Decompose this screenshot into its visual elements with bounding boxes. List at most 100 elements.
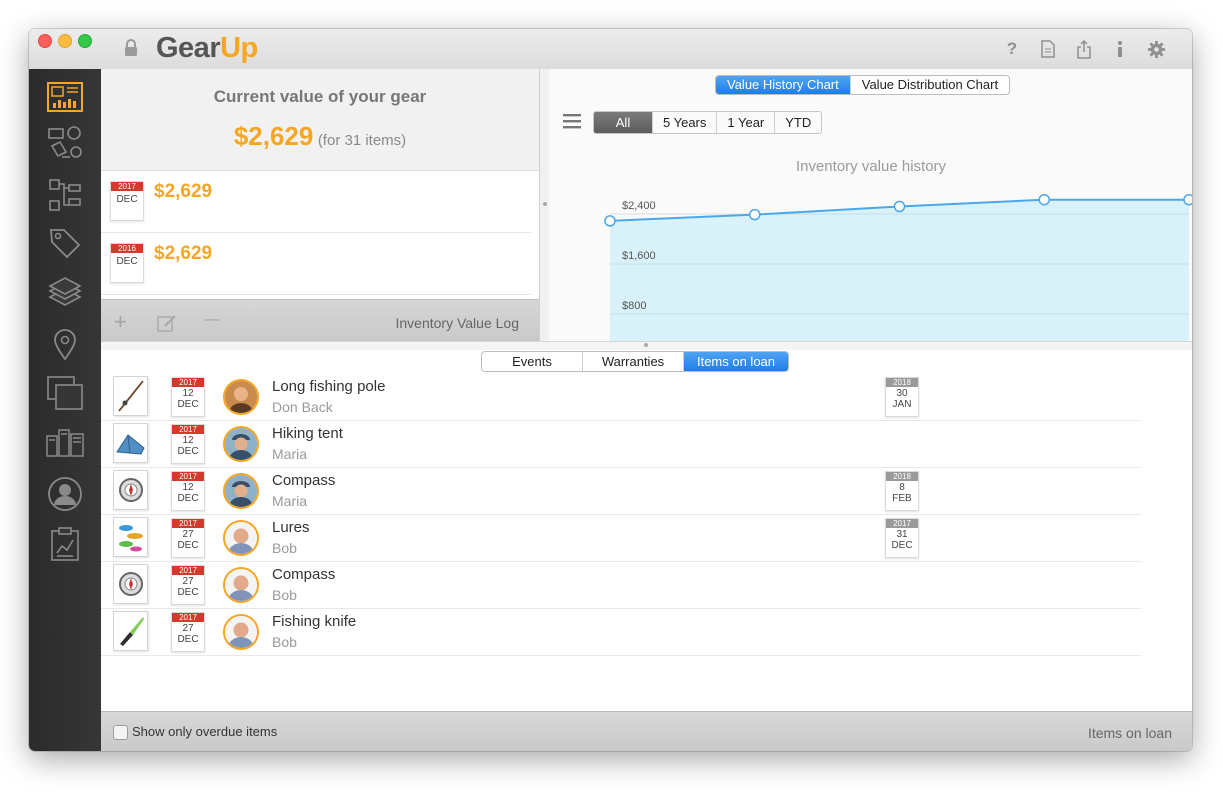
sidebar-item-categories[interactable] (45, 175, 85, 215)
sidebar-item-people[interactable] (45, 474, 85, 514)
data-point (893, 200, 906, 213)
data-point (749, 208, 761, 221)
minimize-window-button[interactable] (58, 34, 72, 48)
y-tick-label: $800 (622, 300, 646, 312)
bottom-toolbar: Show only overdue items Items on loan (101, 711, 1192, 751)
horizontal-split-handle[interactable] (101, 341, 1192, 350)
value-log-title: Inventory Value Log (395, 315, 520, 331)
remove-log-button[interactable]: — (204, 311, 220, 329)
log-date-calendar: 2016 DEC (110, 243, 144, 283)
loan-date-calendar: 2017 27 DEC (171, 612, 205, 652)
sidebar-item-loans[interactable] (45, 423, 85, 463)
borrower-avatar (223, 473, 259, 509)
due-date-calendar: 2018 8 FEB (885, 471, 919, 511)
compass-thumbnail (113, 564, 148, 604)
sidebar-item-dashboard[interactable] (45, 77, 85, 117)
value-log-list: 2017 DEC $2,629 2016 DEC $2,629 (101, 171, 539, 299)
title-bar: GearUp ? (29, 29, 1192, 70)
chart-title: Inventory value history (796, 158, 947, 175)
bottom-section-tabs: Events Warranties Items on loan (481, 351, 789, 372)
borrower-avatar (223, 614, 259, 650)
borrower-name: Bob (272, 587, 297, 603)
sidebar-item-locations[interactable] (45, 325, 85, 365)
app-logo: GearUp (156, 32, 258, 64)
lures-thumbnail (113, 517, 148, 557)
close-window-button[interactable] (38, 34, 52, 48)
sidebar-item-layers[interactable] (45, 273, 85, 313)
log-amount: $2,629 (154, 181, 213, 202)
settings-gear-icon[interactable] (1146, 39, 1166, 59)
tab-warranties[interactable]: Warranties (582, 352, 683, 371)
borrower-name: Don Back (272, 399, 333, 415)
y-tick-label: $2,400 (622, 200, 656, 212)
sidebar-item-gear[interactable] (45, 123, 85, 163)
layers-icon (48, 277, 82, 306)
loan-row[interactable]: 2017 12 DEC Compass Maria 2018 8 FEB (101, 467, 1141, 515)
loan-date-calendar: 2017 12 DEC (171, 377, 205, 417)
log-date-calendar: 2017 DEC (110, 181, 144, 221)
tab-events[interactable]: Events (482, 352, 582, 371)
current-value-amount: $2,629 (233, 121, 314, 151)
compass-thumbnail (113, 470, 148, 510)
loan-row[interactable]: 2017 12 DEC Hiking tent Maria (101, 420, 1141, 468)
borrower-avatar (223, 520, 259, 556)
overdue-only-label[interactable]: Show only overdue items (132, 724, 277, 739)
info-icon[interactable] (1110, 39, 1130, 59)
value-log-toolbar: + — Inventory Value Log (101, 299, 539, 342)
tab-value-history-chart[interactable]: Value History Chart (716, 76, 850, 94)
data-point (1183, 193, 1192, 206)
overdue-only-checkbox[interactable] (113, 725, 128, 740)
tab-items-on-loan[interactable]: Items on loan (683, 352, 788, 371)
due-date-calendar: 2018 30 JAN (885, 377, 919, 417)
clipboard-chart-icon (51, 527, 79, 561)
loan-item-name: Long fishing pole (272, 378, 386, 395)
loan-item-name: Fishing knife (272, 613, 357, 630)
categories-icon (49, 179, 81, 211)
value-history-chart: Inventory value history $2,400 $1,600 $800… (604, 158, 1192, 341)
loan-item-name: Compass (272, 566, 336, 583)
chart-panel: Value History Chart Value Distribution C… (549, 69, 1192, 341)
borrower-name: Bob (272, 634, 297, 650)
document-icon[interactable] (1038, 39, 1058, 59)
current-value-title: Current value of your gear (213, 87, 427, 106)
due-date-calendar: 2017 31 DEC (885, 518, 919, 558)
bottom-toolbar-title: Items on loan (1087, 725, 1172, 741)
loan-row[interactable]: 2017 27 DEC Compass Bob (101, 561, 1141, 609)
value-log-row[interactable]: 2017 DEC $2,629 (101, 171, 531, 233)
sidebar (29, 69, 101, 751)
help-icon[interactable]: ? (1002, 39, 1022, 59)
borrower-avatar (223, 379, 259, 415)
borrower-name: Bob (272, 540, 297, 556)
value-area (610, 199, 1189, 341)
knife-thumbnail (113, 611, 148, 651)
item-count-text: (for 31 items) (317, 132, 407, 149)
sidebar-item-windows[interactable] (45, 373, 85, 413)
sidebar-item-reports[interactable] (45, 524, 85, 564)
borrower-name: Maria (272, 493, 308, 509)
gear-items-icon (48, 126, 82, 158)
person-icon (48, 477, 82, 511)
current-value-panel: Current value of your gear $2,629 (for 3… (101, 69, 539, 171)
y-tick-label: $1,600 (622, 250, 656, 262)
value-log-row[interactable]: 2016 DEC $2,629 (101, 233, 531, 295)
loan-date-calendar: 2017 27 DEC (171, 565, 205, 605)
loan-icon (46, 429, 84, 457)
loan-row[interactable]: 2017 27 DEC Lures Bob 2017 31 DEC (101, 514, 1141, 562)
loan-date-calendar: 2017 12 DEC (171, 471, 205, 511)
edit-log-button[interactable] (157, 312, 177, 338)
fishing-pole-thumbnail (113, 376, 148, 416)
windows-icon (47, 376, 83, 410)
add-log-button[interactable]: + (114, 309, 127, 335)
edit-pencil-icon (157, 315, 176, 332)
data-point (1038, 193, 1050, 206)
tab-value-distribution-chart[interactable]: Value Distribution Chart (849, 76, 1009, 94)
lock-icon[interactable] (124, 39, 138, 62)
loan-row[interactable]: 2017 27 DEC Fishing knife Bob (101, 608, 1141, 656)
share-icon[interactable] (1074, 39, 1094, 59)
sidebar-item-tags[interactable] (45, 223, 85, 263)
loan-row[interactable]: 2017 12 DEC Long fishing pole Don Back 201… (101, 373, 1141, 421)
loan-item-name: Hiking tent (272, 425, 343, 442)
borrower-avatar (223, 426, 259, 462)
loan-date-calendar: 2017 12 DEC (171, 424, 205, 464)
zoom-window-button[interactable] (78, 34, 92, 48)
